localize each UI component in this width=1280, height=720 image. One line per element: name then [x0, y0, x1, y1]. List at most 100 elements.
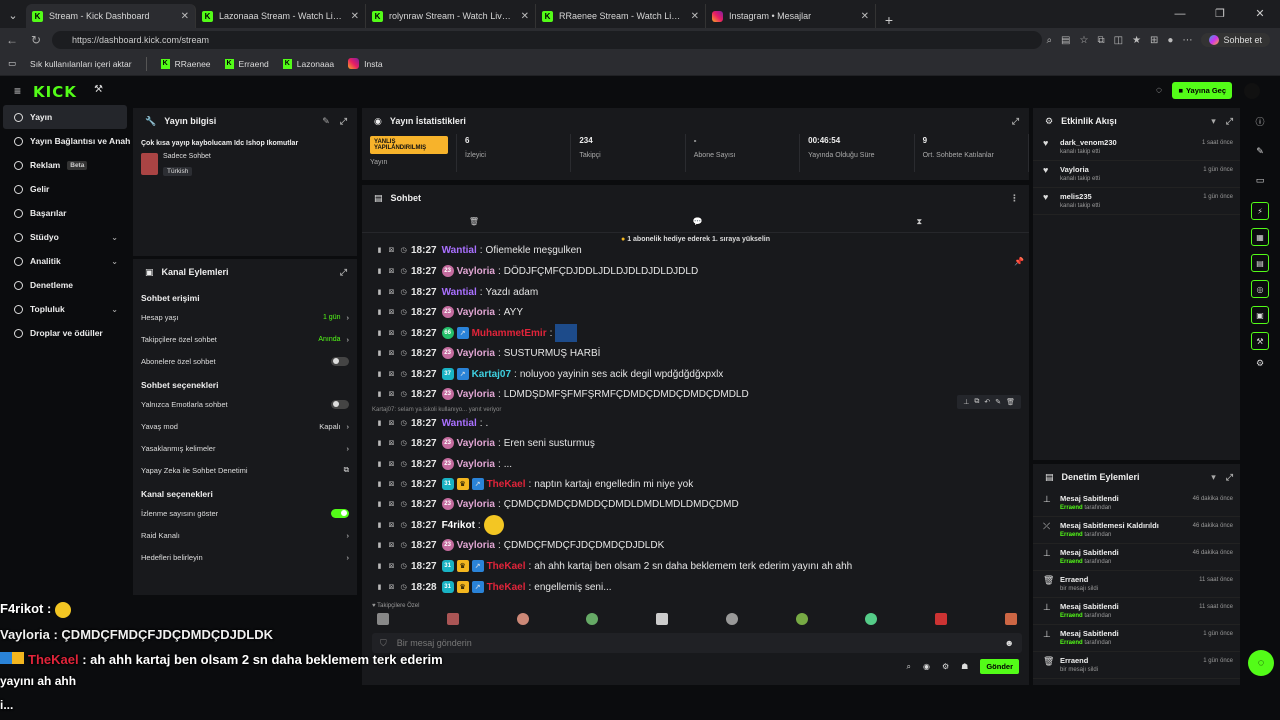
chat-message[interactable]: ▮ ⊠ ◷ 18:27 31 ♛ ↗ TheKael: ah ahh kartaj ben ol… [375, 556, 852, 576]
popout-icon[interactable]: ⤢ [340, 116, 347, 127]
avatar[interactable] [1244, 83, 1260, 99]
bookmark-rraenee[interactable]: K RRaenee [160, 58, 211, 69]
timeout-icon[interactable]: ✎ [995, 398, 1001, 406]
pin-icon[interactable]: ▮ [375, 267, 384, 275]
pin-icon[interactable]: ⚒ [94, 84, 103, 95]
tab-close-icon[interactable]: ✕ [181, 11, 189, 22]
pin-icon[interactable]: ▮ [375, 288, 384, 296]
chat_access-row[interactable]: Abonelere özel sohbet [133, 350, 357, 372]
clock-icon[interactable]: ◷ [399, 439, 408, 447]
clock-icon[interactable]: ◷ [399, 246, 408, 254]
popout-icon[interactable]: ⤢ [1226, 472, 1233, 483]
clock-icon[interactable]: ◷ [399, 541, 408, 549]
timeout-icon[interactable]: ⊠ [387, 562, 396, 570]
maximize-icon[interactable]: ❐ [1200, 0, 1240, 28]
timeout-icon[interactable]: ⊠ [387, 329, 396, 337]
timeout-icon[interactable]: ⊠ [387, 583, 396, 591]
chat-message[interactable]: ▮ ⊠ ◷ 18:27 37 ↗ Kartaj07: noluyoo yayinin ses … [375, 364, 723, 384]
copilot-button[interactable]: Sohbet et [1201, 33, 1270, 47]
read-mode-icon[interactable]: ▤ [1061, 35, 1070, 46]
tab-menu-icon[interactable]: ⌄ [0, 2, 26, 28]
tab-2[interactable]: Krolynraw Stream - Watch Live on K ✕ [366, 4, 536, 28]
activity-item[interactable]: ♥ dark_venom230 kanalı takip etti 1 saat ön… [1033, 134, 1243, 161]
emote-icon[interactable] [586, 613, 599, 625]
pin-icon[interactable]: ▮ [375, 541, 384, 549]
chat-message[interactable]: ▮ ⊠ ◷ 18:27 23 Vayloria: Eren seni susturmuş [375, 433, 595, 453]
moderation-item[interactable]: 🗑 Erraend bir mesajı sildi 11 saat önce [1033, 571, 1243, 598]
timeout-icon[interactable]: ⊠ [387, 500, 396, 508]
pin-icon[interactable]: ▮ [375, 308, 384, 316]
sidebar-item-9[interactable]: Droplar ve ödüller [0, 321, 130, 345]
timeout-icon[interactable]: ⊠ [387, 370, 396, 378]
tab-0[interactable]: K Stream - Kick Dashboard ✕ [26, 4, 196, 28]
timeout-icon[interactable]: ⊠ [387, 480, 396, 488]
media-icon[interactable]: ▭ [1240, 175, 1280, 186]
toggle-switch[interactable] [331, 508, 349, 518]
rail-target-icon[interactable]: ◎ [1251, 280, 1269, 298]
chat-message[interactable]: ▮ ⊠ ◷ 18:27 Wantial:. [375, 413, 489, 433]
timeout-icon[interactable]: ⊠ [387, 460, 396, 468]
rail-save-icon[interactable]: ▣ [1251, 306, 1269, 324]
bookmark-import[interactable]: Sık kullanılanları içeri aktar [30, 59, 132, 69]
chat_options-row[interactable]: Yalnızca Emotlarla sohbet [133, 393, 357, 415]
clock-icon[interactable]: ◷ [399, 308, 408, 316]
clock-icon[interactable]: ◷ [399, 521, 408, 529]
help-chat-button[interactable]: ◌ [1248, 650, 1274, 676]
pin-icon[interactable]: ▮ [375, 419, 384, 427]
tab-close-icon[interactable]: ✕ [521, 11, 529, 22]
reload-icon[interactable]: ↻ [24, 33, 48, 47]
delete-icon[interactable]: 🗑 [1006, 398, 1015, 406]
rail-grid-icon[interactable]: ▦ [1251, 228, 1269, 246]
emote-icon[interactable] [377, 613, 389, 625]
pin-icon[interactable]: ▮ [375, 329, 384, 337]
new-tab-button[interactable]: + [876, 12, 902, 28]
tab-close-icon[interactable]: ✕ [691, 11, 699, 22]
sidebar-item-7[interactable]: Denetleme [0, 273, 130, 297]
reply-icon[interactable]: ↶ [984, 398, 990, 406]
popout-icon[interactable]: ⤢ [340, 267, 347, 278]
moderation-item[interactable]: ⤫ Mesaj Sabitlemesi Kaldırıldı Erraend tar… [1033, 517, 1243, 544]
clock-icon[interactable]: ◷ [399, 583, 408, 591]
timeout-icon[interactable]: ⊠ [387, 419, 396, 427]
emoji-picker-icon[interactable]: ☻ [1005, 638, 1014, 648]
info-icon[interactable]: ⓘ [1240, 115, 1280, 128]
back-icon[interactable]: ← [0, 33, 24, 47]
sidebar-item-3[interactable]: Gelir [0, 177, 130, 201]
emote-icon[interactable] [865, 613, 878, 625]
filter-icon[interactable]: ▾ [1211, 116, 1216, 127]
toggle-switch[interactable] [331, 399, 349, 409]
chat-message[interactable]: ▮ ⊠ ◷ 18:27 23 Vayloria: DÖDJFÇMFÇDJDDLJDLDJDL… [375, 261, 698, 281]
timeout-icon[interactable]: ⊠ [387, 349, 396, 357]
emote-icon[interactable] [516, 613, 529, 625]
moderation-item[interactable]: ⊥ Mesaj Sabitlendi Erraend tarafından 1 gün… [1033, 625, 1243, 652]
pin-icon[interactable]: ▮ [375, 370, 384, 378]
pin-icon[interactable]: ▮ [375, 583, 384, 591]
timeout-icon[interactable]: ⊠ [387, 541, 396, 549]
tab-chat-icon[interactable]: 💬 [693, 217, 703, 226]
moderation-item[interactable]: ⊥ Mesaj Sabitlendi Erraend tarafından 11 sa… [1033, 598, 1243, 625]
clock-icon[interactable]: ◷ [399, 329, 408, 337]
clock-icon[interactable]: ◷ [399, 288, 408, 296]
tab-close-icon[interactable]: ✕ [861, 11, 869, 22]
rail-flash-icon[interactable]: ⚡ [1251, 202, 1269, 220]
pin-icon[interactable]: ▮ [375, 246, 384, 254]
menu-icon[interactable]: ≡ [14, 84, 21, 98]
pinned-banner[interactable]: ● 1 abonelik hediye ederek 1. sıraya yük… [362, 233, 1029, 247]
pin-icon[interactable]: ▮ [375, 500, 384, 508]
emote-icon[interactable] [656, 613, 669, 625]
url-field[interactable]: https://dashboard.kick.com/stream [52, 31, 1042, 49]
rail-tools-icon[interactable]: ⚒ [1251, 332, 1269, 350]
go-live-button[interactable]: ■ Yayına Geç [1172, 82, 1232, 99]
chat-message[interactable]: ▮ ⊠ ◷ 18:27 66 ↗ MuhammetEmir: [375, 323, 578, 343]
rail-settings-icon[interactable]: ⚙ [1240, 358, 1280, 369]
clock-icon[interactable]: ◷ [399, 460, 408, 468]
emote-icon[interactable] [446, 613, 459, 625]
chat-more-icon[interactable]: ⋮ [1010, 193, 1019, 204]
chat-message[interactable]: ▮ ⊠ ◷ 18:27 23 Vayloria:... [375, 454, 512, 474]
emote-icon[interactable] [725, 613, 738, 625]
favorite-star-icon[interactable]: ☆ [1080, 35, 1089, 46]
popout-icon[interactable]: ⤢ [1012, 116, 1019, 127]
clock-icon[interactable]: ◷ [399, 480, 408, 488]
timeout-icon[interactable]: ⊠ [387, 288, 396, 296]
users-icon[interactable]: ☗ [961, 662, 968, 671]
